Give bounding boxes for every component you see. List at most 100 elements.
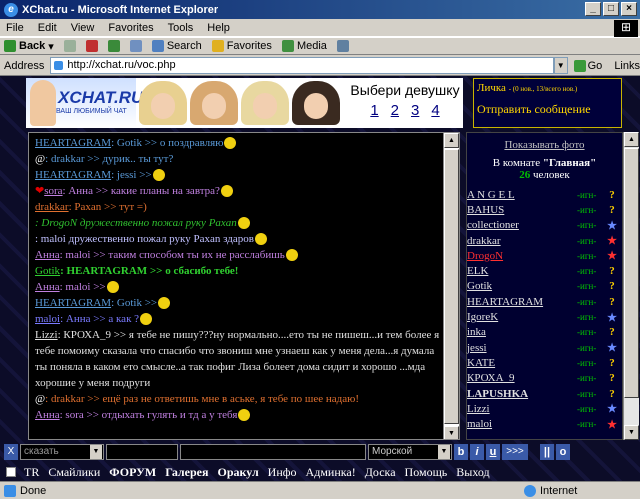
user-status-icon[interactable]: ★ xyxy=(605,234,619,247)
ignore-link[interactable]: -игн- xyxy=(577,389,605,399)
link-board[interactable]: Доска xyxy=(365,465,396,480)
close-button[interactable]: × xyxy=(621,2,637,16)
link-help[interactable]: Помощь xyxy=(405,465,448,480)
user-status-icon[interactable]: ? xyxy=(605,372,619,384)
user-status-icon[interactable]: ? xyxy=(605,326,619,338)
forward-button[interactable] xyxy=(63,40,76,52)
ignore-link[interactable]: -игн- xyxy=(577,251,605,261)
chat-nick[interactable]: sora xyxy=(44,185,62,197)
color-select[interactable]: Морской xyxy=(368,444,452,460)
link-info[interactable]: Инфо xyxy=(268,465,297,480)
chat-nick[interactable]: Gotik xyxy=(35,265,60,277)
history-button[interactable] xyxy=(336,40,349,52)
user-status-icon[interactable]: ? xyxy=(605,296,619,308)
user-name[interactable]: Gotik xyxy=(467,280,577,292)
user-status-icon[interactable]: ★ xyxy=(605,311,619,324)
chat-nick[interactable]: Lizzi xyxy=(35,329,58,341)
menu-tools[interactable]: Tools xyxy=(168,22,194,34)
close-x-button[interactable]: X xyxy=(4,444,18,460)
link-exit[interactable]: Выход xyxy=(456,465,489,480)
user-name[interactable]: ELK xyxy=(467,265,577,277)
home-button[interactable] xyxy=(129,40,142,52)
chat-nick[interactable]: Анна xyxy=(35,409,60,421)
go-button[interactable]: Go xyxy=(573,59,602,72)
maximize-button[interactable]: □ xyxy=(603,2,619,16)
minimize-button[interactable]: _ xyxy=(585,2,601,16)
scroll-up-arrow-icon[interactable]: ▲ xyxy=(444,133,459,148)
menu-file[interactable]: File xyxy=(6,22,24,34)
chat-nick[interactable]: HEARTAGRAM xyxy=(35,137,111,149)
menu-edit[interactable]: Edit xyxy=(38,22,57,34)
user-name[interactable]: HEARTAGRAM xyxy=(467,296,577,308)
user-name[interactable]: maloi xyxy=(467,418,577,430)
user-status-icon[interactable]: ? xyxy=(605,265,619,277)
link-admin[interactable]: Админка! xyxy=(306,465,356,480)
menu-help[interactable]: Help xyxy=(207,22,230,34)
ignore-link[interactable]: -игн- xyxy=(577,373,605,383)
mode-select[interactable]: сказать xyxy=(20,444,104,460)
user-name[interactable]: LAPUSHKA xyxy=(467,388,577,400)
girl-photo-1[interactable] xyxy=(139,81,187,125)
users-scrollbar[interactable]: ▲ ▼ xyxy=(623,132,639,440)
link-tr[interactable]: TR xyxy=(24,465,39,480)
link-gallery[interactable]: Галерея xyxy=(165,465,208,480)
stop-button[interactable] xyxy=(85,40,98,52)
user-name[interactable]: IgoreK xyxy=(467,311,577,323)
ignore-link[interactable]: -игн- xyxy=(577,266,605,276)
option-o-button[interactable]: o xyxy=(556,444,570,460)
girl-photo-4[interactable] xyxy=(292,81,340,125)
private-title[interactable]: Личка xyxy=(477,82,506,94)
user-status-icon[interactable]: ★ xyxy=(605,219,619,232)
girl-photo-2[interactable] xyxy=(190,81,238,125)
menu-view[interactable]: View xyxy=(71,22,95,34)
user-status-icon[interactable]: ? xyxy=(605,357,619,369)
ignore-link[interactable]: -игн- xyxy=(577,297,605,307)
tr-checkbox[interactable] xyxy=(6,467,16,477)
girl-link-3[interactable]: 3 xyxy=(411,102,419,119)
girl-photo-3[interactable] xyxy=(241,81,289,125)
girl-link-2[interactable]: 2 xyxy=(391,102,399,119)
user-name[interactable]: KATE xyxy=(467,357,577,369)
back-button[interactable]: Back ▾ xyxy=(4,40,54,53)
chat-nick[interactable]: HEARTAGRAM xyxy=(35,169,111,181)
ignore-link[interactable]: -игн- xyxy=(577,358,605,368)
refresh-button[interactable] xyxy=(107,40,120,52)
ignore-link[interactable]: -игн- xyxy=(577,312,605,322)
user-status-icon[interactable]: ★ xyxy=(605,249,619,262)
italic-button[interactable]: i xyxy=(470,444,484,460)
user-name[interactable]: КРОХА_9 xyxy=(467,372,577,384)
chat-nick[interactable]: HEARTAGRAM xyxy=(35,297,111,309)
ignore-link[interactable]: -игн- xyxy=(577,220,605,230)
user-name[interactable]: A N G E L xyxy=(467,189,577,201)
ignore-link[interactable]: -игн- xyxy=(577,205,605,215)
users-scroll-up-icon[interactable]: ▲ xyxy=(624,132,639,147)
underline-button[interactable]: u xyxy=(486,444,500,460)
chat-nick[interactable]: drakkar xyxy=(35,201,69,213)
favorites-button[interactable]: Favorites xyxy=(211,40,272,52)
ignore-link[interactable]: -игн- xyxy=(577,190,605,200)
user-status-icon[interactable]: ? xyxy=(605,280,619,292)
chat-nick[interactable]: maloi xyxy=(35,313,60,325)
ignore-link[interactable]: -игн- xyxy=(577,343,605,353)
recipient-input[interactable] xyxy=(106,444,178,460)
address-input[interactable]: http://xchat.ru/voc.php xyxy=(50,57,554,74)
user-name[interactable]: jessi xyxy=(467,342,577,354)
link-oracle[interactable]: Оракул xyxy=(217,465,258,480)
link-smiles[interactable]: Смайлики xyxy=(48,465,100,480)
ignore-link[interactable]: -игн- xyxy=(577,281,605,291)
pause-button[interactable]: || xyxy=(540,444,554,460)
ignore-link[interactable]: -игн- xyxy=(577,404,605,414)
user-status-icon[interactable]: ? xyxy=(605,204,619,216)
bold-button[interactable]: b xyxy=(454,444,468,460)
show-photo-link[interactable]: Показывать фото xyxy=(467,139,622,151)
menu-favorites[interactable]: Favorites xyxy=(108,22,153,34)
user-name[interactable]: collectioner xyxy=(467,219,577,231)
send-message-link[interactable]: Отправить сообщение xyxy=(477,102,618,117)
xchat-logo[interactable]: XCHAT.RU ВАШ ЛЮБИМЫЙ ЧАТ xyxy=(26,78,143,128)
user-name[interactable]: inka xyxy=(467,326,577,338)
user-name[interactable]: drakkar xyxy=(467,235,577,247)
users-scroll-thumb[interactable] xyxy=(624,148,639,398)
send-button[interactable]: >>> xyxy=(502,444,528,460)
scroll-down-arrow-icon[interactable]: ▼ xyxy=(444,426,459,439)
chat-scrollbar[interactable]: ▲ ▼ xyxy=(443,133,459,439)
